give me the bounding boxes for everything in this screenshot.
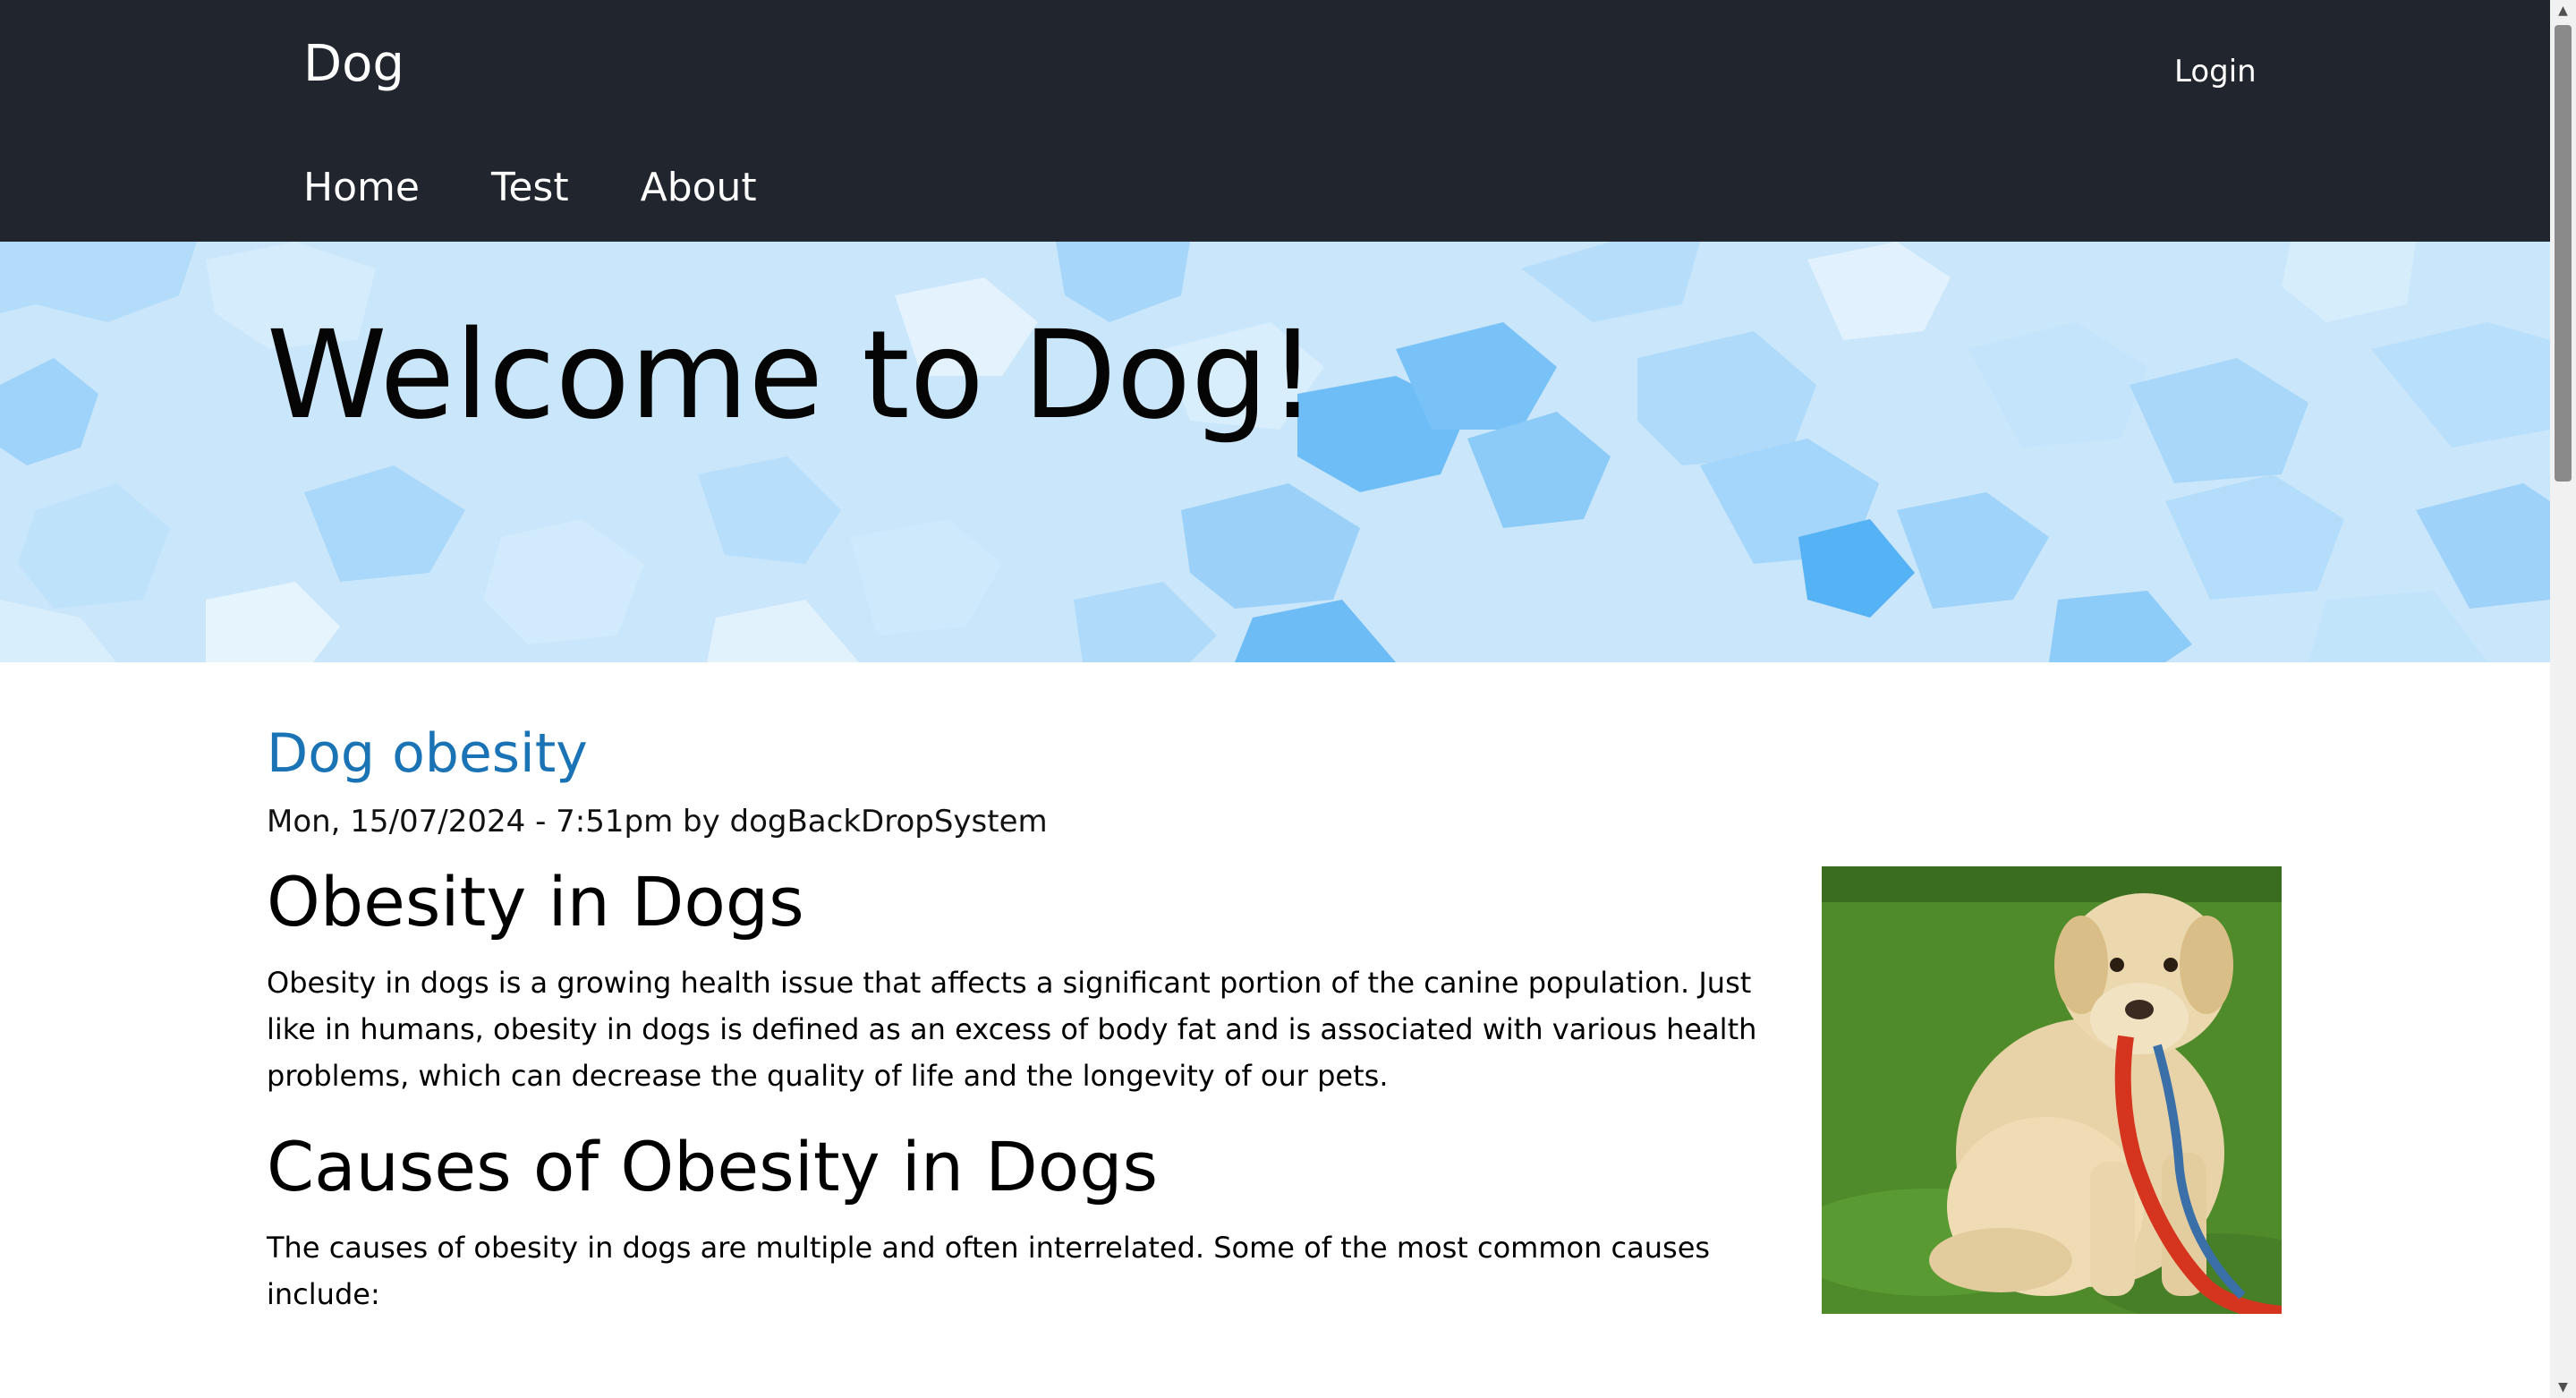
- nav-item-test[interactable]: Test: [491, 159, 569, 217]
- dog-photo-illustration: [1822, 866, 2282, 1314]
- vertical-scrollbar[interactable]: ▲ ▼: [2550, 0, 2576, 1398]
- article-body: Obesity in Dogs Obesity in dogs is a gro…: [267, 857, 1806, 1317]
- hero-banner: Welcome to Dog!: [0, 242, 2550, 662]
- article: Dog obesity Mon, 15/07/2024 - 7:51pm by …: [267, 716, 2289, 1341]
- scroll-down-arrow-icon[interactable]: ▼: [2550, 1377, 2576, 1398]
- page: Dog Login Home Test About Welcome to Dog…: [0, 0, 2576, 1398]
- scroll-up-arrow-icon[interactable]: ▲: [2550, 0, 2576, 21]
- article-title: Dog obesity: [267, 716, 2289, 791]
- login-link[interactable]: Login: [2174, 50, 2257, 93]
- article-meta: Mon, 15/07/2024 - 7:51pm by dogBackDropS…: [267, 804, 1048, 840]
- nav-item-about[interactable]: About: [641, 159, 757, 217]
- site-name-link[interactable]: Dog: [303, 32, 404, 97]
- site-header: Dog Login Home Test About: [0, 0, 2550, 242]
- section-paragraph: Obesity in dogs is a growing health issu…: [267, 966, 1757, 1093]
- section-heading: Obesity in Dogs: [267, 862, 804, 942]
- main-nav: Home Test About: [303, 159, 757, 217]
- hero-title: Welcome to Dog!: [267, 305, 1317, 447]
- section-paragraph: The causes of obesity in dogs are multip…: [267, 1231, 1711, 1311]
- nav-item-home[interactable]: Home: [303, 159, 420, 217]
- dog-photo: [1822, 866, 2282, 1314]
- section-heading: Causes of Obesity in Dogs: [267, 1127, 1159, 1206]
- article-title-link[interactable]: Dog obesity: [267, 722, 588, 785]
- scroll-thumb[interactable]: [2555, 25, 2572, 482]
